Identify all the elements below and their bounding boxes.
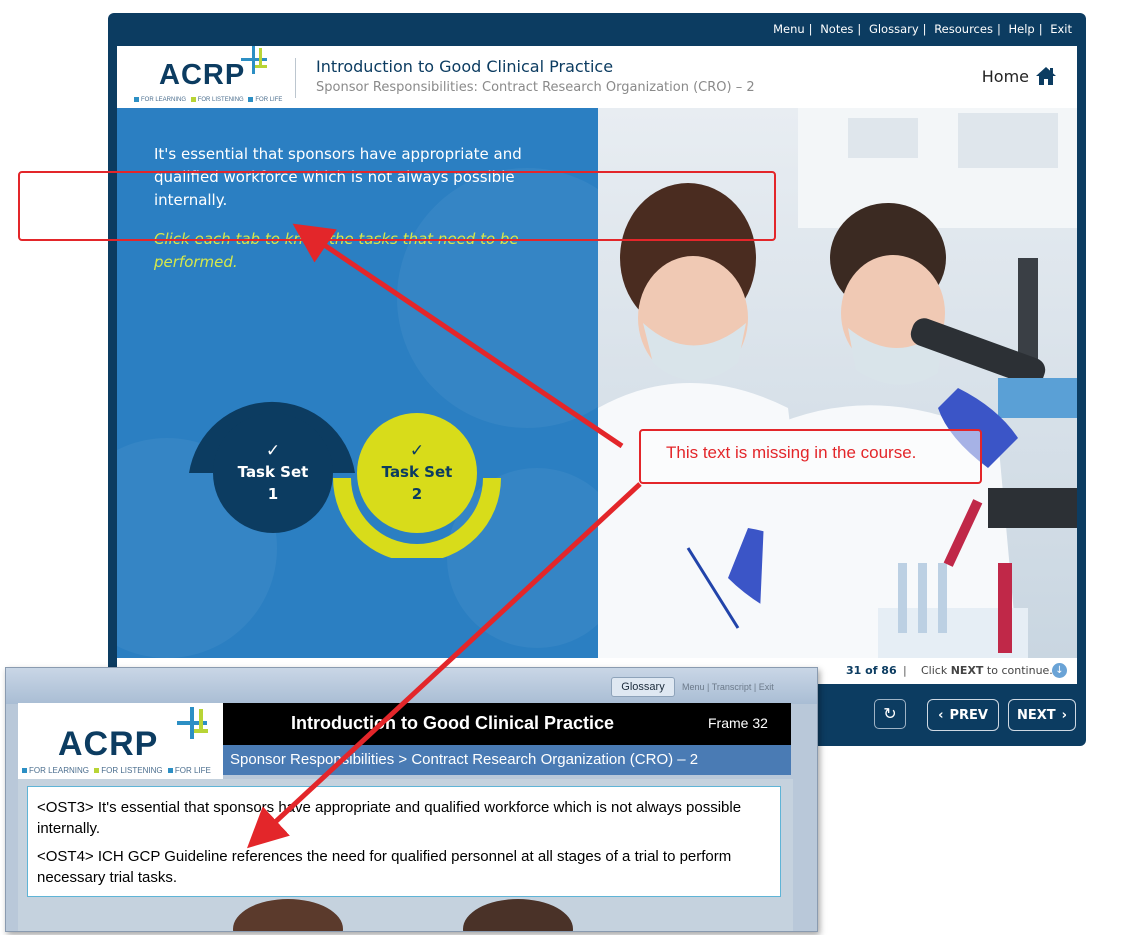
storyboard-glossary-button[interactable]: Glossary <box>611 677 675 697</box>
storyboard-subtitle: Sponsor Responsibilities > Contract Rese… <box>230 751 699 768</box>
prev-label: PREV <box>949 707 988 723</box>
continue-hint: Click NEXT to continue. <box>921 664 1053 677</box>
chevron-left-icon: ‹ <box>938 707 944 723</box>
storyboard-titlebar: Introduction to Good Clinical Practice F… <box>223 703 791 745</box>
logo-word: ACRP <box>159 59 246 91</box>
footer-separator: | <box>903 664 907 677</box>
checkmark-icon: ✓ <box>409 441 425 461</box>
prev-button[interactable]: ‹ PREV <box>927 699 999 731</box>
arrow-down-icon: ↓ <box>1052 663 1067 678</box>
next-label: NEXT <box>1016 707 1056 723</box>
top-nav: Menu | Notes | Glossary | Resources | Help | … <box>773 22 1072 36</box>
ost3-text: <OST3> It's essential that sponsors have… <box>37 799 742 837</box>
annotation-callout: This text is missing in the course. <box>639 429 982 484</box>
logo-word: ACRP <box>58 725 159 763</box>
logo-tagline: FOR LEARNING FOR LISTENING FOR LIFE <box>134 97 282 103</box>
home-icon <box>1036 67 1056 85</box>
top-nav-notes[interactable]: Notes <box>820 22 853 36</box>
top-nav-help[interactable]: Help <box>1008 22 1034 36</box>
tab-number: 2 <box>411 485 423 503</box>
storyboard-logo: ACRP FOR LEARNING FOR LISTENING FOR LIFE <box>18 703 223 779</box>
storyboard-window: Glossary Menu | Transcript | Exit ACRP F… <box>5 667 818 932</box>
replay-button[interactable]: ↻ <box>874 699 906 729</box>
storyboard-body: <OST3> It's essential that sponsors have… <box>18 779 793 931</box>
logo-cross-icon <box>177 707 208 739</box>
storyboard-exit-item[interactable]: Exit <box>759 682 774 692</box>
chevron-right-icon: › <box>1061 707 1067 723</box>
top-nav-resources[interactable]: Resources <box>934 22 993 36</box>
tab-task-set-2[interactable]: ✓ Task Set 2 <box>357 413 477 533</box>
tab-number: 1 <box>267 485 279 503</box>
tab-task-set-1[interactable]: ✓ Task Set 1 <box>213 413 333 533</box>
storyboard-title: Introduction to Good Clinical Practice <box>291 713 615 733</box>
frame-label: Frame 32 <box>708 715 768 731</box>
home-button[interactable]: Home <box>982 66 1057 86</box>
page-counter: 31 of 86 <box>846 664 897 677</box>
next-button[interactable]: NEXT › <box>1008 699 1076 731</box>
ost-textbox: <OST3> It's essential that sponsors have… <box>27 786 781 897</box>
logo-cross-icon <box>241 46 267 74</box>
storyboard-menu-item[interactable]: Menu <box>682 682 705 692</box>
tab-label: Task Set <box>237 463 309 481</box>
storyboard-menu: Menu | Transcript | Exit <box>682 682 774 692</box>
home-label: Home <box>981 66 1029 86</box>
logo-tagline: FOR LEARNING FOR LISTENING FOR LIFE <box>22 766 211 775</box>
course-player: Menu | Notes | Glossary | Resources | Help | … <box>108 13 1086 746</box>
top-nav-exit[interactable]: Exit <box>1050 22 1072 36</box>
checkmark-icon: ✓ <box>265 441 281 461</box>
ost4-highlight-box <box>18 171 776 241</box>
course-subtitle: Sponsor Responsibilities: Contract Resea… <box>316 80 755 95</box>
storyboard-transcript-item[interactable]: Transcript <box>712 682 752 692</box>
top-nav-menu[interactable]: Menu <box>773 22 805 36</box>
header-divider <box>295 58 296 98</box>
storyboard-subtitle-bar: Sponsor Responsibilities > Contract Rese… <box>223 745 791 775</box>
course-title: Introduction to Good Clinical Practice <box>316 57 614 76</box>
course-header: ACRP FOR LEARNING FOR LISTENING FOR LIFE… <box>117 46 1077 108</box>
top-nav-glossary[interactable]: Glossary <box>869 22 919 36</box>
tab-label: Task Set <box>381 463 453 481</box>
ost4-text: <OST4> ICH GCP Guideline references the … <box>37 848 732 886</box>
